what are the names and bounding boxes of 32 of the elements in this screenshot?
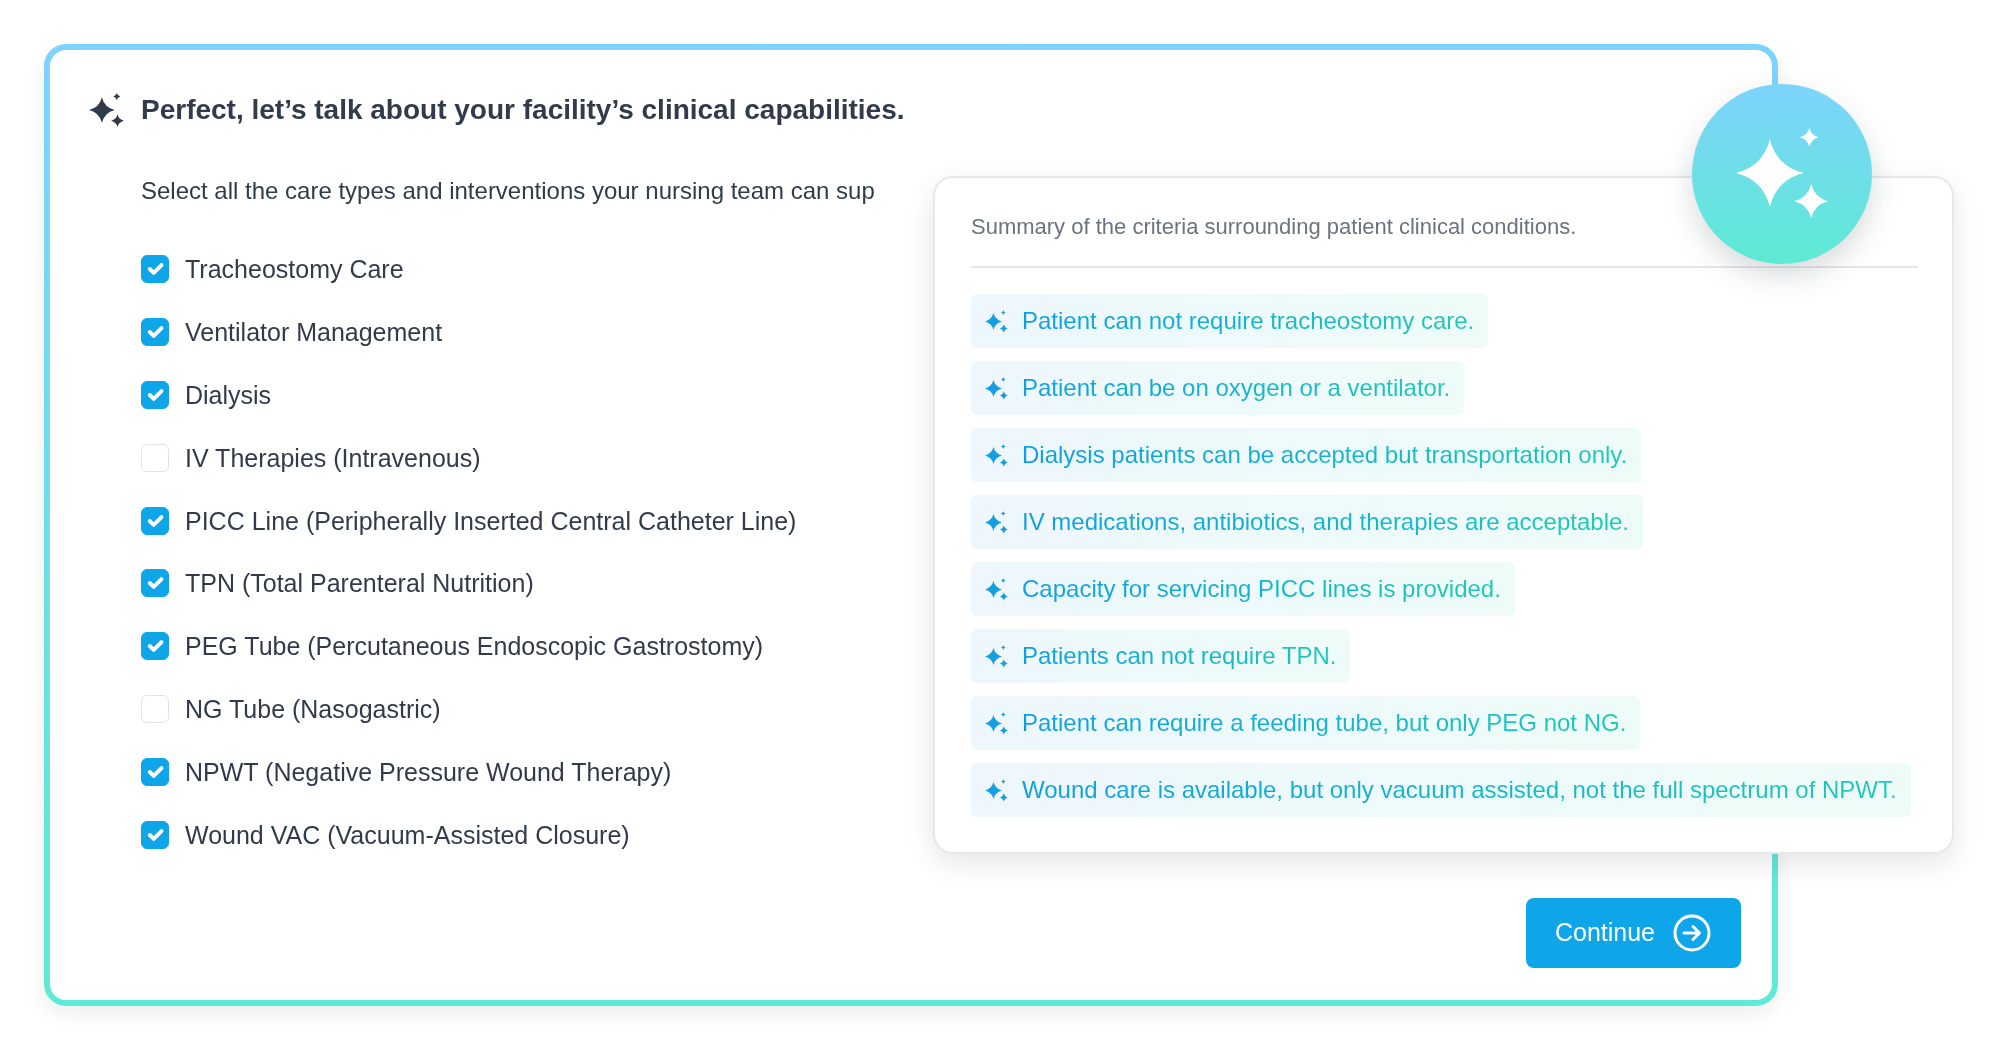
sparkles-icon [89,93,124,127]
summary-text: Summary of the criteria surrounding patient clinical conditions. [971,213,1577,241]
page-heading: Perfect, let’s talk about your facility’s clinical capabilities. [141,93,905,127]
arrow-circle-icon [1673,914,1711,952]
checkbox[interactable] [141,506,169,535]
checkbox[interactable] [141,820,169,849]
sparkles-icon [985,577,1008,601]
checkbox-label: NPWT (Negative Pressure Wound Therapy) [185,756,672,788]
sparkles-icon [985,644,1008,668]
checkbox-label: Wound VAC (Vacuum-Assisted Closure) [185,819,630,851]
sparkles-icon [985,778,1008,802]
checkbox-label: Tracheostomy Care [185,254,404,286]
sparkles-icon [985,510,1008,534]
instruction-text: Select all the care types and interventions your nursing team can sup [141,176,875,206]
checkbox[interactable] [141,757,169,786]
checkbox-label: Dialysis [185,380,272,411]
checkbox-label: Ventilator Management [185,317,443,349]
sparkles-icon [985,443,1008,467]
checkbox-label: PICC Line (Peripherally Inserted Central Catheter Line) [185,505,797,537]
continue-button[interactable]: Continue [1525,898,1741,968]
checkbox[interactable] [141,381,169,409]
checkbox[interactable] [141,255,169,284]
checkbox-label: NG Tube (Nasogastric) [185,693,441,725]
checkbox-label: PEG Tube (Percutaneous Endoscopic Gastrostomy) [185,631,764,663]
checkbox[interactable] [141,569,169,598]
checkbox[interactable] [141,318,169,347]
sparkles-icon [985,711,1008,735]
sparkles-icon [985,309,1008,333]
checkbox-label: IV Therapies (Intravenous) [185,442,481,474]
checkbox[interactable] [141,632,169,661]
sparkles-icon [985,376,1008,400]
checkbox-label: TPN (Total Parenteral Nutrition) [185,568,534,600]
